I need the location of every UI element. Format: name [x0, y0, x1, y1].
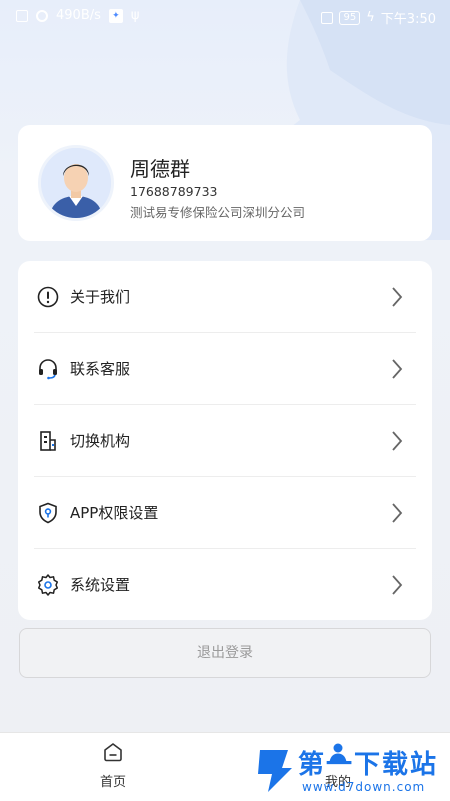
- menu-item-label: APP权限设置: [70, 504, 159, 522]
- chevron-right-icon: [392, 359, 403, 379]
- menu-item-switch-org[interactable]: 切换机构: [34, 405, 416, 477]
- headset-icon: [39, 359, 57, 380]
- settings-menu: 关于我们 联系客服 切换机构 APP权限设置 系统设置: [18, 261, 432, 620]
- menu-item-about[interactable]: 关于我们: [34, 261, 416, 333]
- info-icon: [37, 286, 59, 308]
- clock: 下午3:50: [380, 12, 436, 27]
- status-bar: 490B/s ✦ ψ 95 ϟ 下午3:50: [0, 0, 450, 32]
- sim-icon: [16, 9, 28, 22]
- app-notification-icon: ✦: [108, 8, 123, 23]
- menu-item-label: 关于我们: [70, 288, 131, 306]
- logout-button[interactable]: 退出登录: [19, 628, 431, 678]
- vibrate-icon: [321, 11, 334, 24]
- wifi-icon: [36, 9, 48, 22]
- network-speed: 490B/s: [56, 8, 101, 23]
- user-phone: 17688789733: [130, 184, 218, 199]
- nav-item-home[interactable]: 首页: [53, 741, 173, 790]
- watermark-logo-icon: [258, 750, 292, 792]
- user-organization: 测试易专修保险公司深圳分公司: [130, 205, 306, 220]
- menu-item-contact-service[interactable]: 联系客服: [34, 333, 416, 405]
- watermark: 第一下载站 www.d7down.com: [254, 740, 450, 800]
- chevron-right-icon: [392, 575, 403, 595]
- chevron-right-icon: [392, 287, 403, 307]
- building-icon: [40, 431, 56, 451]
- chevron-right-icon: [392, 503, 403, 523]
- menu-item-app-permissions[interactable]: APP权限设置: [34, 477, 416, 549]
- profile-card[interactable]: 周德群 17688789733 测试易专修保险公司深圳分公司: [18, 125, 432, 241]
- watermark-url: www.d7down.com: [302, 780, 426, 794]
- menu-item-label: 联系客服: [70, 360, 131, 378]
- chevron-right-icon: [392, 431, 403, 451]
- home-icon: [104, 743, 122, 762]
- charging-icon: ϟ: [366, 10, 375, 25]
- avatar-icon: [41, 148, 111, 218]
- usb-icon: ψ: [130, 8, 140, 23]
- avatar[interactable]: [38, 145, 114, 221]
- watermark-title: 第一下载站: [298, 750, 439, 780]
- battery-indicator: 95: [339, 10, 361, 25]
- menu-item-system-settings[interactable]: 系统设置: [34, 549, 416, 621]
- menu-item-label: 系统设置: [70, 576, 131, 594]
- menu-item-label: 切换机构: [70, 432, 131, 450]
- gear-icon: [37, 574, 59, 596]
- user-name: 周德群: [130, 157, 190, 181]
- shield-icon: [39, 502, 57, 524]
- nav-label: 首页: [99, 775, 126, 790]
